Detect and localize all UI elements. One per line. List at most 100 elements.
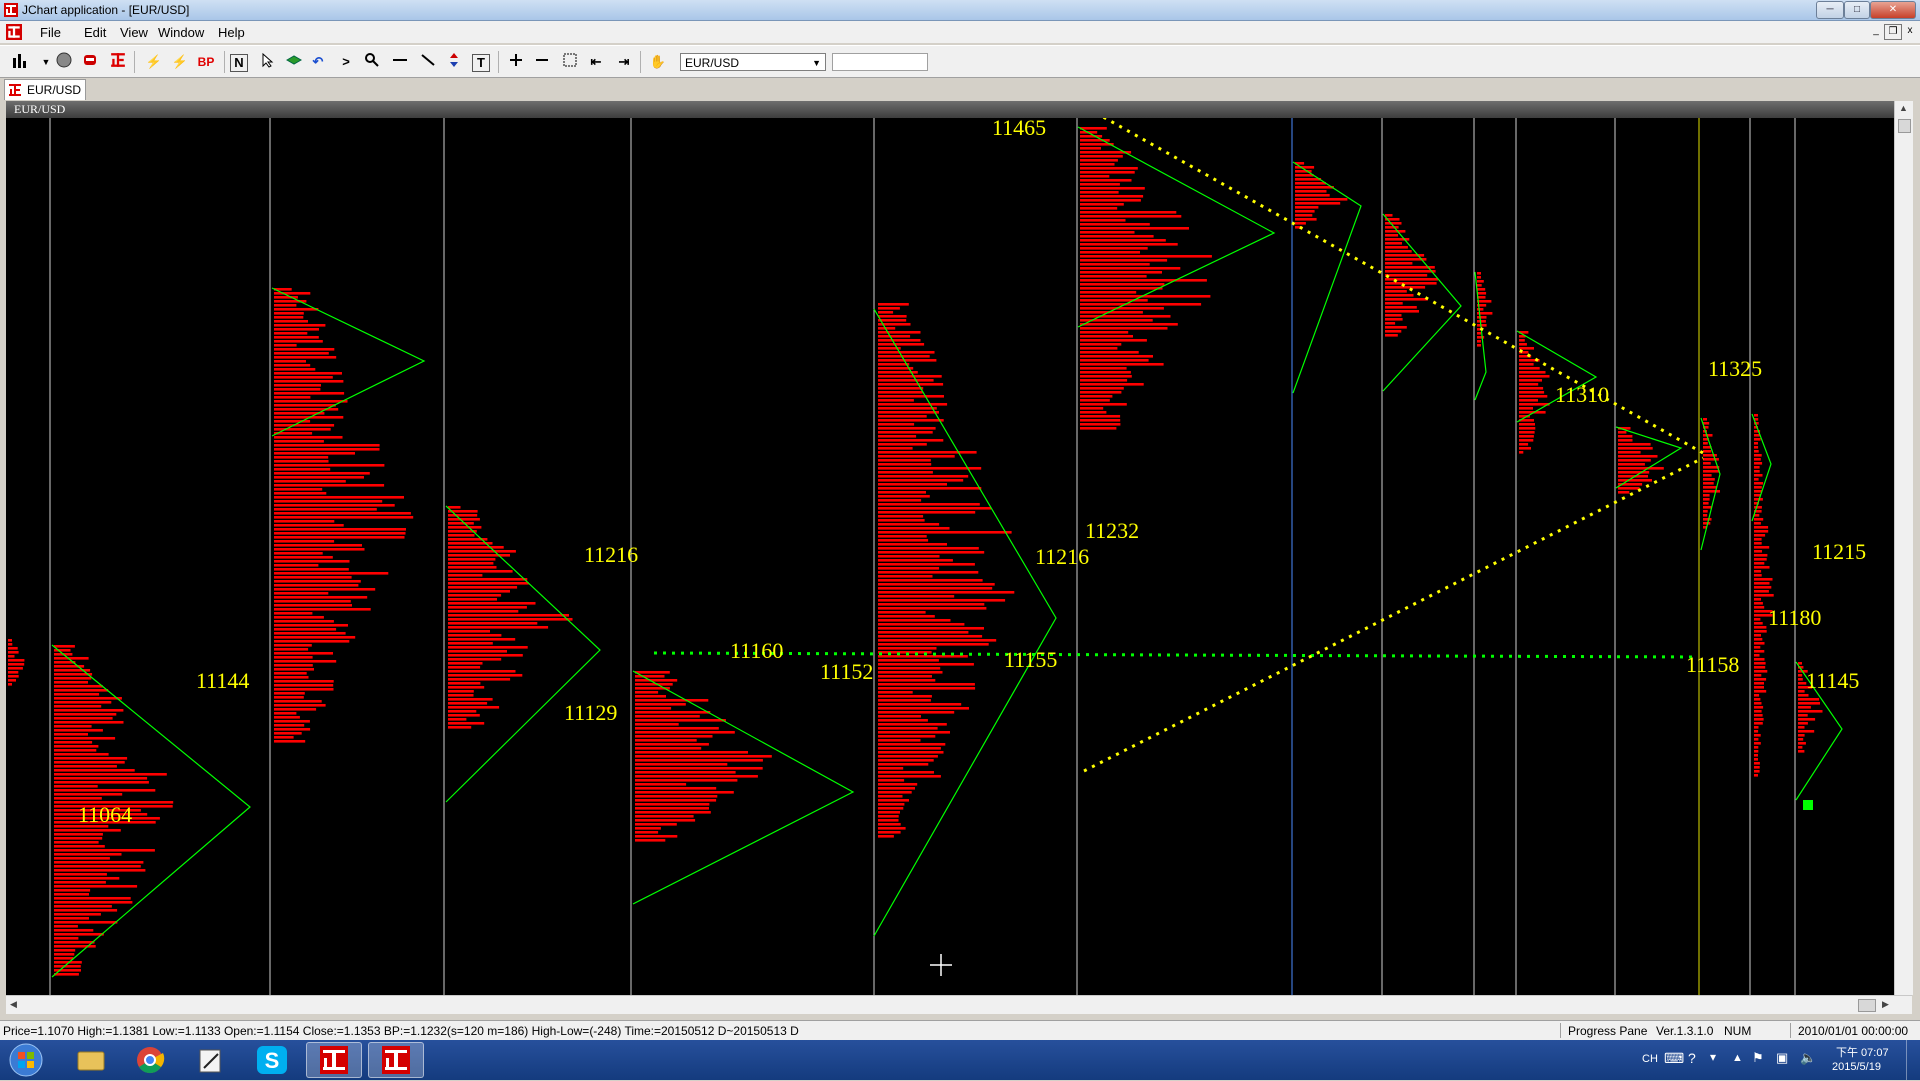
- profile-bar: [878, 531, 1012, 534]
- profile-bar: [1754, 606, 1765, 609]
- grid-icon[interactable]: [560, 52, 580, 72]
- profile-bar: [1754, 742, 1761, 745]
- volume-icon[interactable]: 🔈: [1800, 1050, 1816, 1066]
- symbol-select[interactable]: EUR/USD ▼: [680, 53, 826, 71]
- lightning-red-icon[interactable]: ⚡: [170, 52, 190, 72]
- logo-icon[interactable]: [108, 52, 128, 72]
- profile-bar: [878, 607, 987, 610]
- price-label: 11145: [1806, 668, 1859, 693]
- profile-bar: [878, 563, 975, 566]
- profile-bar: [1754, 558, 1767, 561]
- profile-bar: [448, 682, 481, 685]
- profile-bar: [878, 631, 969, 634]
- profile-bar: [1080, 343, 1122, 346]
- notepad-taskbar-icon[interactable]: [182, 1042, 238, 1078]
- text-tool-button[interactable]: T: [472, 54, 490, 72]
- chrome-taskbar-icon[interactable]: [122, 1042, 178, 1078]
- hand-icon[interactable]: ✋: [648, 52, 668, 72]
- horizontal-line-icon[interactable]: [390, 52, 410, 72]
- profile-bar: [274, 580, 361, 583]
- profile-bar: [448, 582, 529, 585]
- undo-icon[interactable]: ↶: [308, 52, 328, 72]
- close-button[interactable]: ✕: [1870, 1, 1916, 19]
- horizontal-scrollbar[interactable]: ◀ ▶: [6, 995, 1912, 1014]
- scroll-right-icon[interactable]: ⇥: [614, 52, 634, 72]
- profile-bar: [448, 658, 502, 661]
- tray-expand-icon[interactable]: ▲: [1732, 1052, 1743, 1064]
- scroll-up-icon[interactable]: ▲: [1899, 103, 1908, 113]
- profile-bar: [1703, 494, 1710, 497]
- select-cursor-icon[interactable]: [258, 52, 278, 72]
- menu-file[interactable]: File: [40, 25, 61, 40]
- globe-icon[interactable]: [54, 52, 74, 72]
- minimize-button[interactable]: ─: [1816, 1, 1844, 19]
- profile-bar: [448, 562, 494, 565]
- search-icon[interactable]: [362, 52, 382, 72]
- clock-date[interactable]: 2015/5/19: [1832, 1061, 1881, 1073]
- mdi-restore-button[interactable]: ❐: [1884, 24, 1902, 40]
- trend-line-icon[interactable]: [418, 52, 438, 72]
- scroll-thumb[interactable]: [1858, 999, 1876, 1012]
- menu-window[interactable]: Window: [158, 25, 204, 40]
- show-desktop-button[interactable]: [1906, 1040, 1920, 1080]
- symbol-input[interactable]: [832, 53, 928, 71]
- language-indicator[interactable]: CH: [1642, 1053, 1658, 1065]
- profile-bar: [448, 690, 474, 693]
- skype-taskbar-icon[interactable]: S: [244, 1042, 300, 1078]
- n-button[interactable]: N: [230, 54, 248, 72]
- menu-edit[interactable]: Edit: [84, 25, 106, 40]
- layers-icon[interactable]: [284, 52, 304, 72]
- market-profile-chart[interactable]: 1146511325113101123211216 112161115511160…: [6, 118, 1894, 995]
- trend-line-up: [1083, 456, 1704, 773]
- network-icon[interactable]: ▣: [1776, 1050, 1788, 1066]
- profile-bar: [274, 424, 335, 427]
- zoom-in-icon[interactable]: [506, 52, 526, 72]
- chevron-down-icon[interactable]: ▼: [36, 52, 56, 72]
- start-button[interactable]: [8, 1042, 48, 1078]
- profile-bar: [1798, 710, 1823, 713]
- price-label: 11216: [1035, 544, 1089, 569]
- lightning-yellow-icon[interactable]: ⚡: [144, 52, 164, 72]
- profile-bar: [1754, 530, 1769, 533]
- profile-bar: [1519, 347, 1534, 350]
- chart-type-icon[interactable]: [10, 52, 30, 72]
- tab-eurusd[interactable]: EUR/USD: [4, 79, 86, 100]
- profile-bar: [1295, 198, 1348, 201]
- profile-bar: [878, 455, 955, 458]
- clock-time[interactable]: 下午 07:07: [1836, 1044, 1889, 1060]
- up-down-arrow-icon[interactable]: [444, 52, 464, 72]
- profile-bar: [1385, 286, 1426, 289]
- robot-icon[interactable]: [80, 52, 100, 72]
- profile-bar: [635, 791, 734, 794]
- profile-bar: [878, 471, 933, 474]
- menu-view[interactable]: View: [120, 25, 148, 40]
- flag-icon[interactable]: ⚑: [1752, 1050, 1764, 1066]
- mdi-close-button[interactable]: x: [1902, 24, 1918, 38]
- profile-bar: [448, 674, 523, 677]
- explorer-taskbar-icon[interactable]: [62, 1042, 118, 1078]
- menu-help[interactable]: Help: [218, 25, 245, 40]
- keyboard-icon[interactable]: ⌨: [1664, 1050, 1684, 1067]
- help-icon[interactable]: ?: [1688, 1050, 1696, 1066]
- zoom-out-icon[interactable]: [532, 52, 552, 72]
- scroll-right-icon[interactable]: ▶: [1882, 999, 1889, 1010]
- scroll-thumb[interactable]: [1898, 119, 1911, 133]
- profile-bar: [8, 651, 19, 654]
- arrow-right-icon[interactable]: >: [336, 52, 356, 72]
- profile-bar: [274, 440, 324, 443]
- profile-bar: [635, 831, 659, 834]
- bp-button[interactable]: BP: [196, 52, 216, 72]
- profile-bar: [448, 714, 480, 717]
- profile-bar: [1618, 463, 1645, 466]
- tray-chevron-icon[interactable]: ▾: [1710, 1050, 1716, 1064]
- jchart-taskbar-icon-2[interactable]: [368, 1042, 424, 1078]
- jchart-taskbar-icon[interactable]: [306, 1042, 362, 1078]
- scroll-left-icon[interactable]: ⇤: [586, 52, 606, 72]
- profile-bar: [274, 664, 313, 667]
- profile-bar: [1754, 718, 1764, 721]
- profile-bar: [274, 728, 311, 731]
- vertical-scrollbar[interactable]: ▲: [1894, 101, 1913, 995]
- mdi-minimize-button[interactable]: _: [1868, 24, 1884, 38]
- maximize-button[interactable]: □: [1844, 1, 1870, 19]
- scroll-left-icon[interactable]: ◀: [10, 999, 17, 1010]
